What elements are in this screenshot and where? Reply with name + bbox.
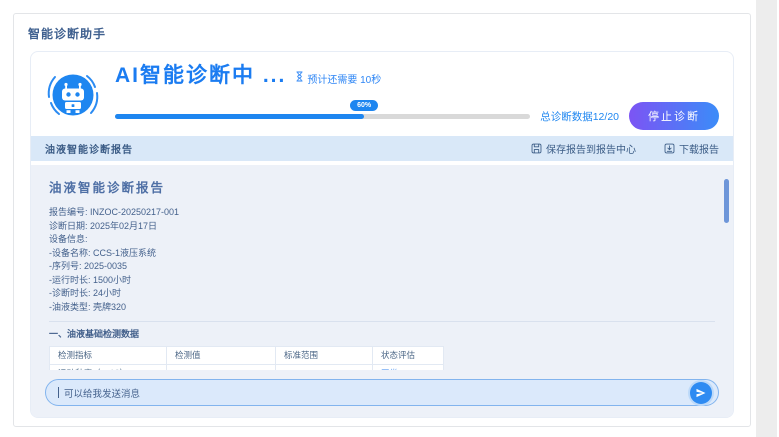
report-toolbar: 油液智能诊断报告 保存报告到报告中心 下载报告	[31, 136, 733, 161]
header-main: AI智能诊断中 ... 预计还需要 10秒 60% 总诊断数据12/20 停止诊…	[115, 59, 719, 130]
report-line: -序列号: 2025-0035	[49, 261, 128, 271]
section1-title: 一、油液基础检测数据	[49, 329, 140, 339]
toolbar-report-title: 油液智能诊断报告	[45, 145, 133, 156]
download-icon	[664, 143, 675, 154]
stop-diagnosis-button[interactable]: 停止诊断	[629, 102, 719, 130]
report-content: 油液智能诊断报告 报告编号: INZOC-20250217-001 诊断日期: …	[31, 165, 733, 370]
report-line: -诊断时长: 24小时	[49, 288, 122, 298]
save-report-button[interactable]: 保存报告到报告中心	[531, 141, 636, 156]
ai-diagnosing-title: AI智能诊断中 ...	[115, 64, 287, 87]
page-scrollbar-track[interactable]	[756, 0, 777, 437]
save-icon	[531, 143, 542, 154]
report-line: -设备名称: CCS-1液压系统	[49, 247, 157, 258]
report-scrollbar-thumb[interactable]	[724, 179, 729, 223]
detection-data-table: 检测指标 检测值 标准范围 状态评估 运动黏度（40℃） 45.2 cSt 40…	[49, 345, 444, 370]
col-range: 标准范围	[275, 345, 373, 365]
progress-row: 60% 总诊断数据12/20 停止诊断	[115, 99, 719, 130]
report-line: 报告编号: INZOC-20250217-001	[49, 207, 180, 217]
report-line: 设备信息:	[49, 234, 88, 244]
report-title: 油液智能诊断报告	[49, 181, 166, 195]
save-report-label: 保存报告到报告中心	[546, 145, 636, 156]
download-report-button[interactable]: 下载报告	[664, 141, 719, 156]
report-line: -油液类型: 壳牌320	[49, 301, 127, 312]
chat-panel: AI智能诊断中 ... 预计还需要 10秒 60% 总诊断数据12/20 停止诊…	[30, 51, 734, 418]
col-value: 检测值	[166, 345, 276, 365]
report-body: 油液智能诊断报告 报告编号: INZOC-20250217-001 诊断日期: …	[31, 165, 733, 417]
total-data-label: 总诊断数据12/20	[540, 110, 619, 123]
send-icon	[696, 388, 706, 397]
robot-icon	[45, 67, 101, 123]
progress-badge: 60%	[350, 99, 379, 111]
download-report-label: 下载报告	[679, 145, 719, 156]
report-line: 诊断日期: 2025年02月17日	[49, 220, 158, 231]
col-indicator: 检测指标	[49, 345, 167, 365]
text-caret	[58, 387, 59, 398]
report-line: -运行时长: 1500小时	[49, 274, 132, 285]
progress-fill	[115, 113, 365, 119]
diagnosis-assistant-card: 智能诊断助手 AI智能诊断中 ... 预计还需要 10秒 60% 总诊断数据12…	[13, 13, 751, 427]
hourglass-icon	[295, 71, 304, 85]
eta-group: 预计还需要 10秒	[295, 71, 381, 86]
send-button[interactable]	[690, 381, 712, 404]
message-input-row: 可以给我发送消息	[31, 370, 733, 417]
input-placeholder: 可以给我发送消息	[64, 388, 141, 400]
table-header-row: 检测指标 检测值 标准范围 状态评估	[49, 345, 444, 365]
eta-label: 预计还需要 10秒	[307, 74, 382, 86]
col-status: 状态评估	[372, 345, 444, 365]
divider	[49, 321, 715, 322]
page-title: 智能诊断助手	[28, 27, 107, 41]
diagnosis-header: AI智能诊断中 ... 预计还需要 10秒 60% 总诊断数据12/20 停止诊…	[31, 52, 733, 136]
message-input[interactable]: 可以给我发送消息	[45, 379, 719, 406]
progress-bar: 60%	[115, 99, 531, 119]
